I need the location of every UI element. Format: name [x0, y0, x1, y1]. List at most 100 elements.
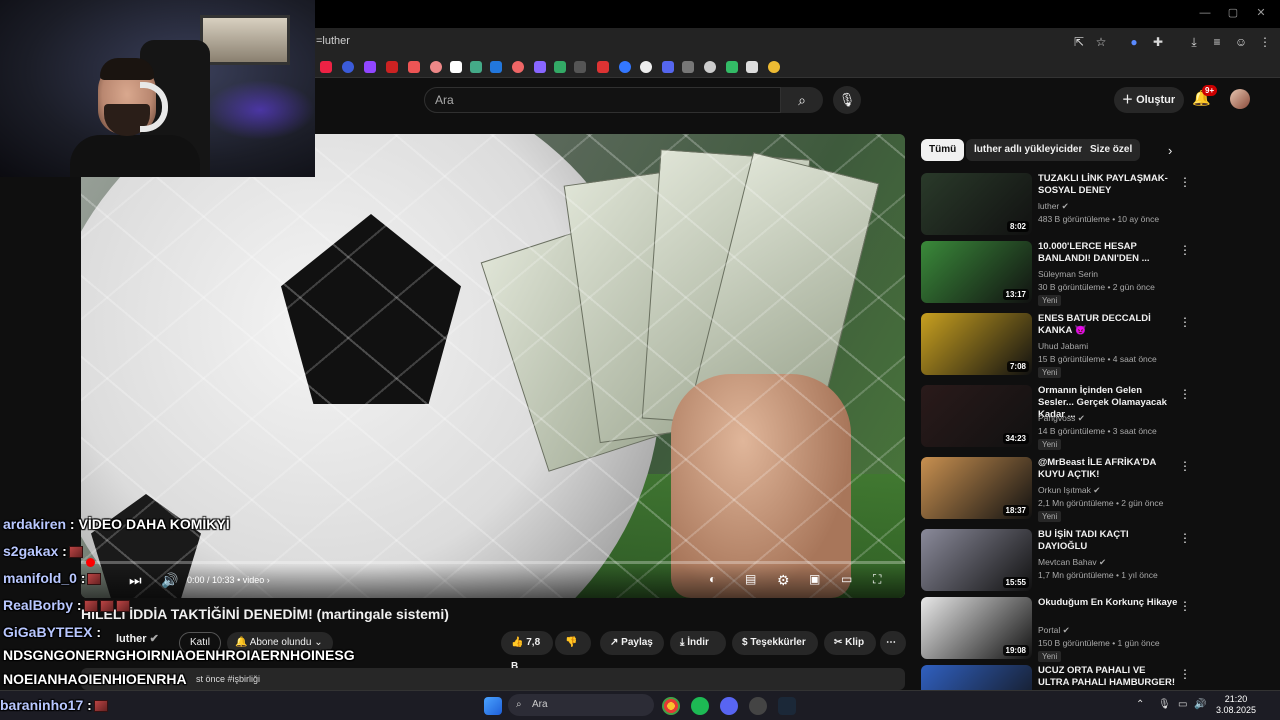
video-thumbnail[interactable]: 7:08 [921, 313, 1032, 375]
recommendation-title[interactable]: @MrBeast İLE AFRİKA'DA KUYU AÇTIK! [1038, 457, 1178, 481]
dislike-button[interactable]: 👎 [555, 631, 591, 655]
url-text[interactable]: =luther [316, 35, 350, 47]
chevron-up-icon[interactable]: ⌃ [1136, 699, 1144, 710]
minimize-icon[interactable]: — [1198, 6, 1212, 20]
more-actions-button[interactable]: ⋯ [880, 631, 906, 655]
chip-for-you[interactable]: Size özel [1082, 139, 1141, 161]
bookmark-icon[interactable] [490, 61, 502, 73]
clock[interactable]: 21:20 3.08.2025 [1216, 694, 1256, 716]
avatar[interactable] [1230, 89, 1250, 109]
recommendation-item[interactable]: 19:08 Okuduğum En Korkunç Hikaye Portal ✔ 1… [921, 597, 1271, 662]
close-icon[interactable]: ✕ [1254, 6, 1268, 20]
bookmark-icon[interactable] [597, 61, 609, 73]
share-button[interactable]: ↗ Paylaş [600, 631, 664, 655]
next-icon[interactable]: ⏭ [129, 572, 142, 589]
bookmark-icon[interactable] [554, 61, 566, 73]
miniplayer-icon[interactable]: ▣ [809, 572, 820, 586]
bookmark-icon[interactable] [619, 61, 631, 73]
create-button[interactable]: ＋ Oluştur [1114, 87, 1184, 113]
bookmark-icon[interactable] [450, 61, 462, 73]
install-icon[interactable]: ⇱ [1072, 35, 1086, 49]
more-options-icon[interactable]: ⋮ [1179, 315, 1191, 329]
bookmark-icon[interactable] [682, 61, 694, 73]
bookmark-icon[interactable] [342, 61, 354, 73]
more-options-icon[interactable]: ⋮ [1179, 459, 1191, 473]
windows-start-icon[interactable] [484, 697, 502, 715]
network-icon[interactable]: ▭ [1178, 699, 1187, 710]
search-icon[interactable]: ⌕ [781, 87, 823, 113]
more-options-icon[interactable]: ⋮ [1179, 531, 1191, 545]
download-button[interactable]: ⤓ İndir [670, 631, 726, 655]
recommendation-title[interactable]: ENES BATUR DECCALDİ KANKA 😈 [1038, 313, 1178, 337]
recommendation-item[interactable]: 7:08 ENES BATUR DECCALDİ KANKA 😈 Uhud Jaba… [921, 313, 1271, 378]
video-thumbnail[interactable]: 8:02 [921, 173, 1032, 235]
media-icon[interactable]: ≡ [1210, 35, 1224, 49]
bookmark-icon[interactable] [746, 61, 758, 73]
chevron-right-icon[interactable]: › [1168, 143, 1172, 158]
recommendation-channel[interactable]: Süleyman Serin [1038, 269, 1098, 279]
recommendation-item[interactable]: 8:02 TUZAKLI LİNK PAYLAŞMAK- SOSYAL DENEY… [921, 173, 1271, 237]
recommendation-channel[interactable]: Portal ✔ [1038, 625, 1070, 636]
recommendation-channel[interactable]: Uhud Jabami [1038, 341, 1088, 351]
recommendation-item[interactable]: 34:23 Ormanın İçinden Gelen Sesler... Ger… [921, 385, 1271, 450]
bookmark-icon[interactable] [408, 61, 420, 73]
volume-icon[interactable]: 🔊 [1194, 699, 1206, 710]
extension-icon[interactable]: ● [1127, 35, 1141, 49]
maximize-icon[interactable]: ▢ [1226, 6, 1240, 20]
more-options-icon[interactable]: ⋮ [1179, 175, 1191, 189]
bookmark-icon[interactable] [534, 61, 546, 73]
video-thumbnail[interactable]: 18:37 [921, 457, 1032, 519]
more-options-icon[interactable]: ⋮ [1179, 387, 1191, 401]
recommendation-item[interactable]: 18:37 @MrBeast İLE AFRİKA'DA KUYU AÇTIK! O… [921, 457, 1271, 522]
like-button[interactable]: 👍 7,8 B [501, 631, 553, 672]
obs-icon[interactable] [749, 697, 767, 715]
chapter-label[interactable]: • video › [237, 575, 270, 585]
video-thumbnail[interactable]: 19:08 [921, 597, 1032, 659]
bookmark-icon[interactable] [726, 61, 738, 73]
bookmark-icon[interactable] [470, 61, 482, 73]
menu-icon[interactable]: ⋮ [1258, 35, 1272, 49]
taskbar-search[interactable]: ⌕ Ara [508, 694, 654, 716]
more-options-icon[interactable]: ⋮ [1179, 667, 1191, 681]
search-input[interactable]: Ara [424, 87, 781, 113]
chip-all[interactable]: Tümü [921, 139, 965, 161]
recommendation-channel[interactable]: Orkun Işıtmak ✔ [1038, 485, 1100, 496]
download-icon[interactable]: ⤓ [1187, 35, 1201, 49]
channel-name[interactable]: luther ✔ [116, 632, 159, 645]
steam-icon[interactable] [778, 697, 796, 715]
volume-icon[interactable]: 🔊 [161, 572, 178, 589]
chrome-icon[interactable] [662, 697, 680, 715]
bookmark-star-icon[interactable]: ☆ [1094, 35, 1108, 49]
recommendation-channel[interactable]: Mevtcan Bahav ✔ [1038, 557, 1106, 568]
recommendation-channel[interactable]: luther ✔ [1038, 201, 1069, 212]
recommendation-title[interactable]: TUZAKLI LİNK PAYLAŞMAK- SOSYAL DENEY [1038, 173, 1178, 197]
spotify-icon[interactable] [691, 697, 709, 715]
recommendation-channel[interactable]: Pangvoss ✔ [1038, 413, 1085, 424]
thanks-button[interactable]: $ Teşekkürler [732, 631, 818, 655]
recommendation-title[interactable]: UCUZ ORTA PAHALI VE ULTRA PAHALI HAMBURG… [1038, 665, 1178, 689]
bookmark-icon[interactable] [386, 61, 398, 73]
fullscreen-icon[interactable]: ⛶ [873, 572, 881, 587]
recommendation-item[interactable]: 13:17 10.000'LERCE HESAP BANLANDI! DANI'D… [921, 241, 1271, 306]
bookmark-icon[interactable] [320, 61, 332, 73]
subtitles-icon[interactable]: ▤ [745, 572, 756, 586]
theater-mode-icon[interactable]: ▭ [841, 572, 852, 586]
bookmark-icon[interactable] [574, 61, 586, 73]
recommendation-title[interactable]: Okuduğum En Korkunç Hikaye [1038, 597, 1178, 609]
chip-from-uploader[interactable]: luther adlı yükleyiciden [966, 139, 1093, 161]
mic-icon[interactable]: 🎙 [833, 86, 861, 114]
bookmark-icon[interactable] [704, 61, 716, 73]
bookmark-icon[interactable] [768, 61, 780, 73]
bookmark-icon[interactable] [364, 61, 376, 73]
extensions-puzzle-icon[interactable]: ✚ [1151, 35, 1165, 49]
recommendation-item[interactable]: 15:55 BU İŞİN TADI KAÇTI DAYIOĞLU Mevtcan … [921, 529, 1271, 593]
mic-icon[interactable]: 🎙 [1158, 699, 1171, 710]
bookmark-icon[interactable] [662, 61, 674, 73]
clip-button[interactable]: ✂ Klip [824, 631, 876, 655]
discord-icon[interactable] [720, 697, 738, 715]
settings-gear-icon[interactable]: ⚙ [777, 572, 790, 589]
recommendation-title[interactable]: 10.000'LERCE HESAP BANLANDI! DANI'DEN ..… [1038, 241, 1178, 265]
video-thumbnail[interactable]: 34:23 [921, 385, 1032, 447]
bookmark-icon[interactable] [430, 61, 442, 73]
profile-icon[interactable]: ☺ [1234, 35, 1248, 49]
